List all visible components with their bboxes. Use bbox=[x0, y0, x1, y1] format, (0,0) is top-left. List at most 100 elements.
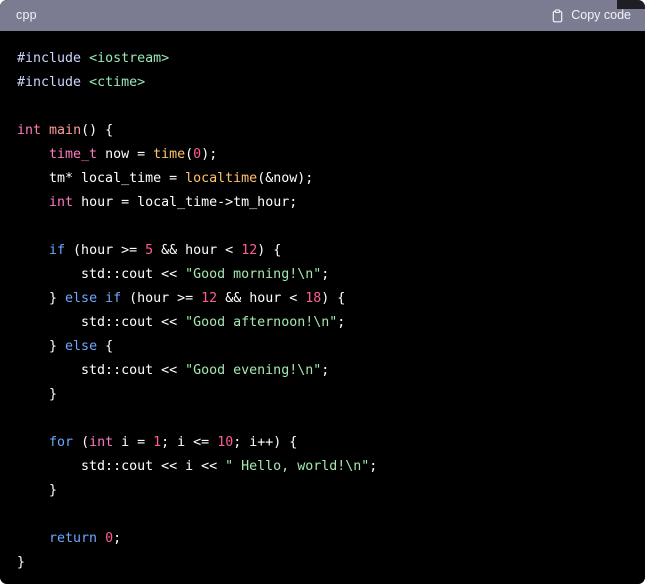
code-token: i = bbox=[113, 435, 154, 450]
code-token: "Good evening!\n" bbox=[185, 363, 322, 378]
code-line: } bbox=[17, 383, 629, 407]
code-token: std::cout << i << bbox=[17, 459, 226, 474]
code-token: ); bbox=[201, 147, 218, 162]
code-token: int bbox=[49, 195, 74, 210]
code-token: else bbox=[65, 291, 98, 306]
code-line: } else if (hour >= 12 && hour < 18) { bbox=[17, 287, 629, 311]
code-token: () { bbox=[81, 123, 114, 138]
code-line: for (int i = 1; i <= 10; i++) { bbox=[17, 431, 629, 455]
code-line: tm* local_time = localtime(&now); bbox=[17, 167, 629, 191]
code-token: <ctime> bbox=[89, 75, 146, 90]
code-token: && hour < bbox=[217, 291, 306, 306]
code-token: else bbox=[65, 339, 98, 354]
code-token: ; i++) { bbox=[233, 435, 298, 450]
code-line: int hour = local_time->tm_hour; bbox=[17, 191, 629, 215]
code-token: ; i <= bbox=[161, 435, 218, 450]
code-token: "Good afternoon!\n" bbox=[185, 315, 338, 330]
code-token: hour = local_time->tm_hour; bbox=[73, 195, 298, 210]
code-line: } bbox=[17, 479, 629, 503]
code-token: std::cout << bbox=[17, 315, 186, 330]
code-line: std::cout << "Good evening!\n"; bbox=[17, 359, 629, 383]
code-token: int bbox=[89, 435, 114, 450]
clipboard-icon bbox=[551, 8, 564, 23]
code-token: } bbox=[17, 339, 66, 354]
code-token: time_t bbox=[49, 147, 98, 162]
code-token: } bbox=[17, 555, 26, 570]
code-line: std::cout << i << " Hello, world!\n"; bbox=[17, 455, 629, 479]
code-token: 0 bbox=[193, 147, 202, 162]
code-block: cpp Copy code #include <iostream> #includ… bbox=[0, 0, 645, 584]
code-block-header: cpp Copy code bbox=[0, 0, 645, 31]
code-token: (&now); bbox=[257, 171, 314, 186]
code-token: ( bbox=[185, 147, 194, 162]
code-line: std::cout << "Good afternoon!\n"; bbox=[17, 311, 629, 335]
code-token: "Good morning!\n" bbox=[185, 267, 322, 282]
code-token: 5 bbox=[145, 243, 154, 258]
code-surface[interactable]: #include <iostream> #include <ctime> int … bbox=[0, 31, 645, 584]
code-token: <iostream> bbox=[89, 51, 170, 66]
code-line: time_t now = time(0); bbox=[17, 143, 629, 167]
code-token: tm* local_time = bbox=[17, 171, 186, 186]
header-corner-notch bbox=[617, 0, 645, 9]
code-token: for bbox=[49, 435, 74, 450]
code-token: return bbox=[49, 531, 98, 546]
code-content: #include <iostream> #include <ctime> int … bbox=[0, 31, 645, 584]
code-line: } else { bbox=[17, 335, 629, 359]
code-token: int bbox=[17, 123, 42, 138]
code-token: } bbox=[17, 291, 66, 306]
code-token: 12 bbox=[241, 243, 258, 258]
code-token: localtime bbox=[185, 171, 258, 186]
code-token: #include bbox=[17, 51, 82, 66]
code-line: return 0; bbox=[17, 527, 629, 551]
code-token: } bbox=[17, 483, 58, 498]
code-line: std::cout << "Good morning!\n"; bbox=[17, 263, 629, 287]
code-token: ) { bbox=[257, 243, 282, 258]
code-token: ; bbox=[321, 363, 330, 378]
code-token: if bbox=[49, 243, 66, 258]
code-token: 0 bbox=[105, 531, 114, 546]
code-token: " Hello, world!\n" bbox=[225, 459, 370, 474]
code-token: ; bbox=[337, 315, 346, 330]
code-token: && hour < bbox=[153, 243, 242, 258]
code-token: (hour >= bbox=[121, 291, 202, 306]
code-token: 1 bbox=[153, 435, 162, 450]
code-token: { bbox=[97, 339, 114, 354]
code-token: std::cout << bbox=[17, 363, 186, 378]
code-line: int main() { bbox=[17, 119, 629, 143]
language-label: cpp bbox=[16, 8, 37, 23]
code-line: } bbox=[17, 551, 629, 575]
code-token: ( bbox=[73, 435, 90, 450]
code-token: 10 bbox=[217, 435, 234, 450]
code-line: #include <ctime> bbox=[17, 71, 629, 95]
code-token: main bbox=[49, 123, 82, 138]
code-token: 12 bbox=[201, 291, 218, 306]
code-token: } bbox=[17, 387, 58, 402]
code-token: 18 bbox=[305, 291, 322, 306]
code-token: ) { bbox=[321, 291, 346, 306]
code-token: time bbox=[153, 147, 186, 162]
code-token: if bbox=[105, 291, 122, 306]
copy-code-button[interactable]: Copy code bbox=[551, 8, 631, 23]
code-token: #include bbox=[17, 75, 82, 90]
code-line: #include <iostream> bbox=[17, 47, 629, 71]
code-token: ; bbox=[321, 267, 330, 282]
code-line: if (hour >= 5 && hour < 12) { bbox=[17, 239, 629, 263]
code-token: now = bbox=[97, 147, 154, 162]
code-token: ; bbox=[369, 459, 378, 474]
code-token: (hour >= bbox=[65, 243, 146, 258]
copy-code-label: Copy code bbox=[571, 8, 631, 23]
